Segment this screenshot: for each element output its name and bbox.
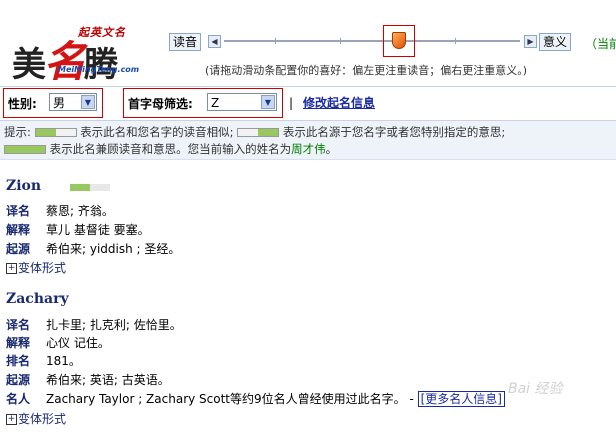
slider-right-label: 意义 <box>539 33 572 51</box>
edit-name-info-link[interactable]: 修改起名信息 <box>303 94 375 111</box>
tips-text-meaning: 表示此名源于您名字或者您特别指定的意思; <box>282 125 506 139</box>
tips-text-both: 表示此名兼顾读音和意思。您当前输入的姓名为 <box>49 142 292 156</box>
slider-left-arrow-icon[interactable]: ◀ <box>208 35 221 48</box>
tips-end: 。 <box>325 142 338 156</box>
gender-value: 男 <box>53 96 66 110</box>
tips-panel: 提示: 表示此名和您名字的读音相似; 表示此名源于您名字或者您特别指定的意思; … <box>0 121 616 160</box>
name-title[interactable]: Zachary <box>6 291 69 307</box>
tips-text-sound: 表示此名和您名字的读音相似; <box>80 125 234 139</box>
initial-select[interactable]: Z ▼ <box>207 93 277 111</box>
name-score-bar <box>70 184 110 191</box>
variant-toggle[interactable]: + 变体形式 <box>6 259 66 276</box>
slider-handle[interactable] <box>383 25 415 57</box>
name-title[interactable]: Zion <box>6 178 41 194</box>
entry-row: 名人 Zachary Taylor ; Zachary Scott等约9位名人曾经… <box>6 390 505 407</box>
slider-tick <box>455 38 456 44</box>
variant-toggle[interactable]: + 变体形式 <box>6 410 66 427</box>
sound-match-bar <box>34 128 77 137</box>
site-logo[interactable]: 美名腾 <box>12 28 118 89</box>
gender-select[interactable]: 男 ▼ <box>49 93 97 111</box>
logo-char-1: 美 <box>12 45 46 85</box>
current-name: 周才伟 <box>291 142 326 156</box>
chevron-down-icon[interactable]: ▼ <box>81 95 95 109</box>
entry-row: 译名 蔡恩; 齐翁。 <box>6 204 114 218</box>
logo-char-2: 名 <box>44 37 86 86</box>
entry-row: 译名 扎卡里; 扎克利; 佐恰里。 <box>6 318 182 332</box>
entry-row: 起源 希伯来; yiddish ; 圣经。 <box>6 242 181 256</box>
logo-url: MeiMingTeng.com <box>58 65 140 74</box>
slider-left-label: 读音 <box>169 33 202 51</box>
slider-track[interactable] <box>224 40 520 42</box>
watermark: Bai 经验 <box>508 381 563 397</box>
plus-icon[interactable]: + <box>6 414 17 425</box>
slider-extra-text: （当前 <box>585 37 616 51</box>
entry-row: 解释 心仪 记住。 <box>6 336 110 350</box>
gender-label: 性别: <box>8 97 37 111</box>
tips-prefix: 提示: <box>4 125 31 139</box>
entry-row: 起源 希伯来; 英语; 古英语。 <box>6 373 170 387</box>
both-match-bar <box>4 145 46 154</box>
separator: | <box>289 96 294 110</box>
more-celebrities-link[interactable]: [更多名人信息] <box>417 391 505 407</box>
slider-hint: (请拖动滑动条配置你的喜好：偏左更注重读音；偏右更注重意义。) <box>205 64 528 77</box>
initial-value: Z <box>211 96 220 110</box>
entry-row: 解释 草儿 基督徒 要塞。 <box>6 223 150 237</box>
plus-icon[interactable]: + <box>6 263 17 274</box>
slider-tick <box>340 38 341 44</box>
meaning-match-bar <box>237 128 280 137</box>
entry-row: 排名 181。 <box>6 354 81 368</box>
initial-label: 首字母筛选: <box>128 97 193 111</box>
slider-tick <box>275 38 276 44</box>
shield-icon <box>392 32 406 49</box>
slider-right-arrow-icon[interactable]: ▶ <box>524 35 537 48</box>
chevron-down-icon[interactable]: ▼ <box>261 95 275 109</box>
